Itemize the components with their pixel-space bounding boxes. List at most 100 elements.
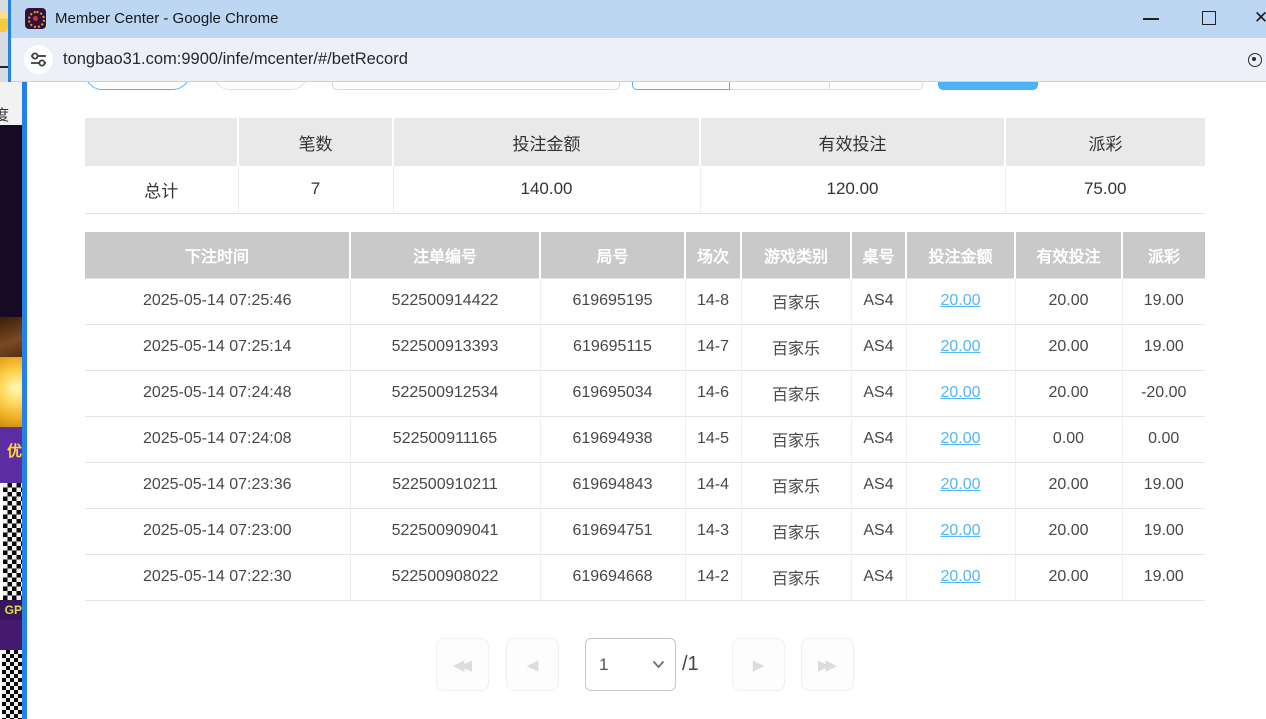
cell-bet-time: 2025-05-14 07:25:46 bbox=[85, 278, 350, 324]
page-content: 笔数 投注金额 有效投注 派彩 总计 7 140.00 120.00 75.00… bbox=[27, 82, 1266, 719]
cell-order-id: 522500914422 bbox=[350, 278, 540, 324]
cell-order-id: 522500909041 bbox=[350, 508, 540, 554]
url-text[interactable]: tongbao31.com:9900/infe/mcenter/#/betRec… bbox=[63, 38, 408, 81]
summary-header-row: 笔数 投注金额 有效投注 派彩 bbox=[85, 118, 1205, 166]
chevron-down-icon bbox=[652, 660, 665, 669]
cell-order-id: 522500910211 bbox=[350, 462, 540, 508]
summary-table: 笔数 投注金额 有效投注 派彩 总计 7 140.00 120.00 75.00 bbox=[85, 118, 1205, 214]
background-cut-text: 度 bbox=[0, 104, 9, 125]
summary-total-label: 总计 bbox=[85, 166, 238, 213]
target-icon[interactable] bbox=[1248, 53, 1262, 67]
pagination-prev-button[interactable]: ◀ bbox=[506, 638, 559, 691]
filter-button-outline-blue[interactable] bbox=[85, 82, 190, 90]
site-favicon-icon bbox=[25, 8, 46, 29]
cell-valid-bet: 20.00 bbox=[1015, 370, 1122, 416]
filter-button-outline-gray[interactable] bbox=[213, 82, 308, 90]
cell-table-id: AS4 bbox=[851, 554, 906, 600]
cell-session: 14-3 bbox=[685, 508, 741, 554]
close-button[interactable]: ✕ bbox=[1246, 0, 1266, 34]
search-button[interactable] bbox=[938, 82, 1038, 90]
bet-amount-link[interactable]: 20.00 bbox=[940, 292, 980, 309]
filter-segment[interactable] bbox=[730, 82, 830, 90]
cell-round-id: 619694843 bbox=[540, 462, 685, 508]
cell-session: 14-5 bbox=[685, 416, 741, 462]
background-minimize-fragment bbox=[0, 66, 8, 68]
cell-round-id: 619695034 bbox=[540, 370, 685, 416]
cell-table-id: AS4 bbox=[851, 370, 906, 416]
page-total-label: /1 bbox=[682, 638, 728, 691]
cell-order-id: 522500913393 bbox=[350, 324, 540, 370]
pagination-next-button[interactable]: ▶ bbox=[732, 638, 785, 691]
cell-round-id: 619694938 bbox=[540, 416, 685, 462]
pagination-last-button[interactable]: ▶▶ bbox=[801, 638, 854, 691]
cell-bet-amount: 20.00 bbox=[906, 508, 1015, 554]
summary-total-bet-amount: 140.00 bbox=[393, 166, 700, 213]
bet-table-body: 2025-05-14 07:25:46522500914422619695195… bbox=[85, 278, 1205, 600]
cell-order-id: 522500912534 bbox=[350, 370, 540, 416]
cell-table-id: AS4 bbox=[851, 278, 906, 324]
cell-game-type: 百家乐 bbox=[741, 554, 851, 600]
summary-total-valid-bet: 120.00 bbox=[700, 166, 1005, 213]
folder-icon bbox=[0, 11, 8, 32]
cell-game-type: 百家乐 bbox=[741, 416, 851, 462]
cell-round-id: 619695195 bbox=[540, 278, 685, 324]
cell-game-type: 百家乐 bbox=[741, 370, 851, 416]
background-cut-text: GP bbox=[0, 600, 22, 620]
tune-icon[interactable] bbox=[24, 45, 53, 74]
cell-bet-time: 2025-05-14 07:25:14 bbox=[85, 324, 350, 370]
header-valid-bet: 有效投注 bbox=[1015, 232, 1122, 278]
bet-amount-link[interactable]: 20.00 bbox=[940, 430, 980, 447]
bet-amount-link[interactable]: 20.00 bbox=[940, 568, 980, 585]
cell-bet-time: 2025-05-14 07:24:48 bbox=[85, 370, 350, 416]
cell-table-id: AS4 bbox=[851, 508, 906, 554]
header-order-id: 注单编号 bbox=[350, 232, 540, 278]
table-row: 2025-05-14 07:24:48522500912534619695034… bbox=[85, 370, 1205, 416]
table-row: 2025-05-14 07:25:14522500913393619695115… bbox=[85, 324, 1205, 370]
bet-amount-link[interactable]: 20.00 bbox=[940, 476, 980, 493]
pagination-first-button[interactable]: ◀◀ bbox=[436, 638, 489, 691]
table-row: 2025-05-14 07:25:46522500914422619695195… bbox=[85, 278, 1205, 324]
header-bet-amount: 投注金额 bbox=[906, 232, 1015, 278]
summary-total-row: 总计 7 140.00 120.00 75.00 bbox=[85, 166, 1205, 213]
bet-amount-link[interactable]: 20.00 bbox=[940, 522, 980, 539]
background-cut-text: 优 bbox=[0, 440, 22, 464]
cell-game-type: 百家乐 bbox=[741, 462, 851, 508]
cell-bet-time: 2025-05-14 07:23:36 bbox=[85, 462, 350, 508]
maximize-button[interactable] bbox=[1194, 0, 1224, 34]
filter-segment-selected[interactable] bbox=[632, 82, 730, 90]
titlebar: Member Center - Google Chrome ✕ bbox=[11, 0, 1266, 38]
cell-payout: 19.00 bbox=[1122, 278, 1205, 324]
bet-amount-link[interactable]: 20.00 bbox=[940, 384, 980, 401]
bet-table-header-row: 下注时间 注单编号 局号 场次 游戏类别 桌号 投注金额 有效投注 派彩 bbox=[85, 232, 1205, 278]
background-window-strip: 优 GP bbox=[0, 125, 22, 719]
cell-session: 14-6 bbox=[685, 370, 741, 416]
cell-round-id: 619695115 bbox=[540, 324, 685, 370]
bet-amount-link[interactable]: 20.00 bbox=[940, 338, 980, 355]
qr-code-fragment bbox=[0, 650, 22, 719]
summary-header-valid-bet: 有效投注 bbox=[700, 118, 1005, 166]
page-select[interactable]: 1 bbox=[585, 638, 676, 691]
cell-round-id: 619694668 bbox=[540, 554, 685, 600]
header-round-id: 局号 bbox=[540, 232, 685, 278]
table-row: 2025-05-14 07:23:36522500910211619694843… bbox=[85, 462, 1205, 508]
maximize-icon bbox=[1202, 11, 1216, 25]
cell-bet-amount: 20.00 bbox=[906, 324, 1015, 370]
cell-valid-bet: 20.00 bbox=[1015, 554, 1122, 600]
qr-code-fragment bbox=[0, 483, 22, 600]
window-title: Member Center - Google Chrome bbox=[55, 0, 278, 38]
filter-segment[interactable] bbox=[830, 82, 923, 90]
cell-table-id: AS4 bbox=[851, 462, 906, 508]
background-gold-coin-fragment bbox=[0, 357, 22, 427]
cell-valid-bet: 20.00 bbox=[1015, 278, 1122, 324]
cell-bet-amount: 20.00 bbox=[906, 278, 1015, 324]
summary-total-payout: 75.00 bbox=[1005, 166, 1205, 213]
filter-input[interactable] bbox=[332, 82, 620, 90]
minimize-icon bbox=[1143, 18, 1159, 20]
cell-bet-amount: 20.00 bbox=[906, 370, 1015, 416]
cell-table-id: AS4 bbox=[851, 324, 906, 370]
cell-order-id: 522500911165 bbox=[350, 416, 540, 462]
cell-game-type: 百家乐 bbox=[741, 324, 851, 370]
cell-valid-bet: 20.00 bbox=[1015, 462, 1122, 508]
minimize-button[interactable] bbox=[1136, 0, 1166, 34]
url-bar: tongbao31.com:9900/infe/mcenter/#/betRec… bbox=[11, 38, 1266, 82]
